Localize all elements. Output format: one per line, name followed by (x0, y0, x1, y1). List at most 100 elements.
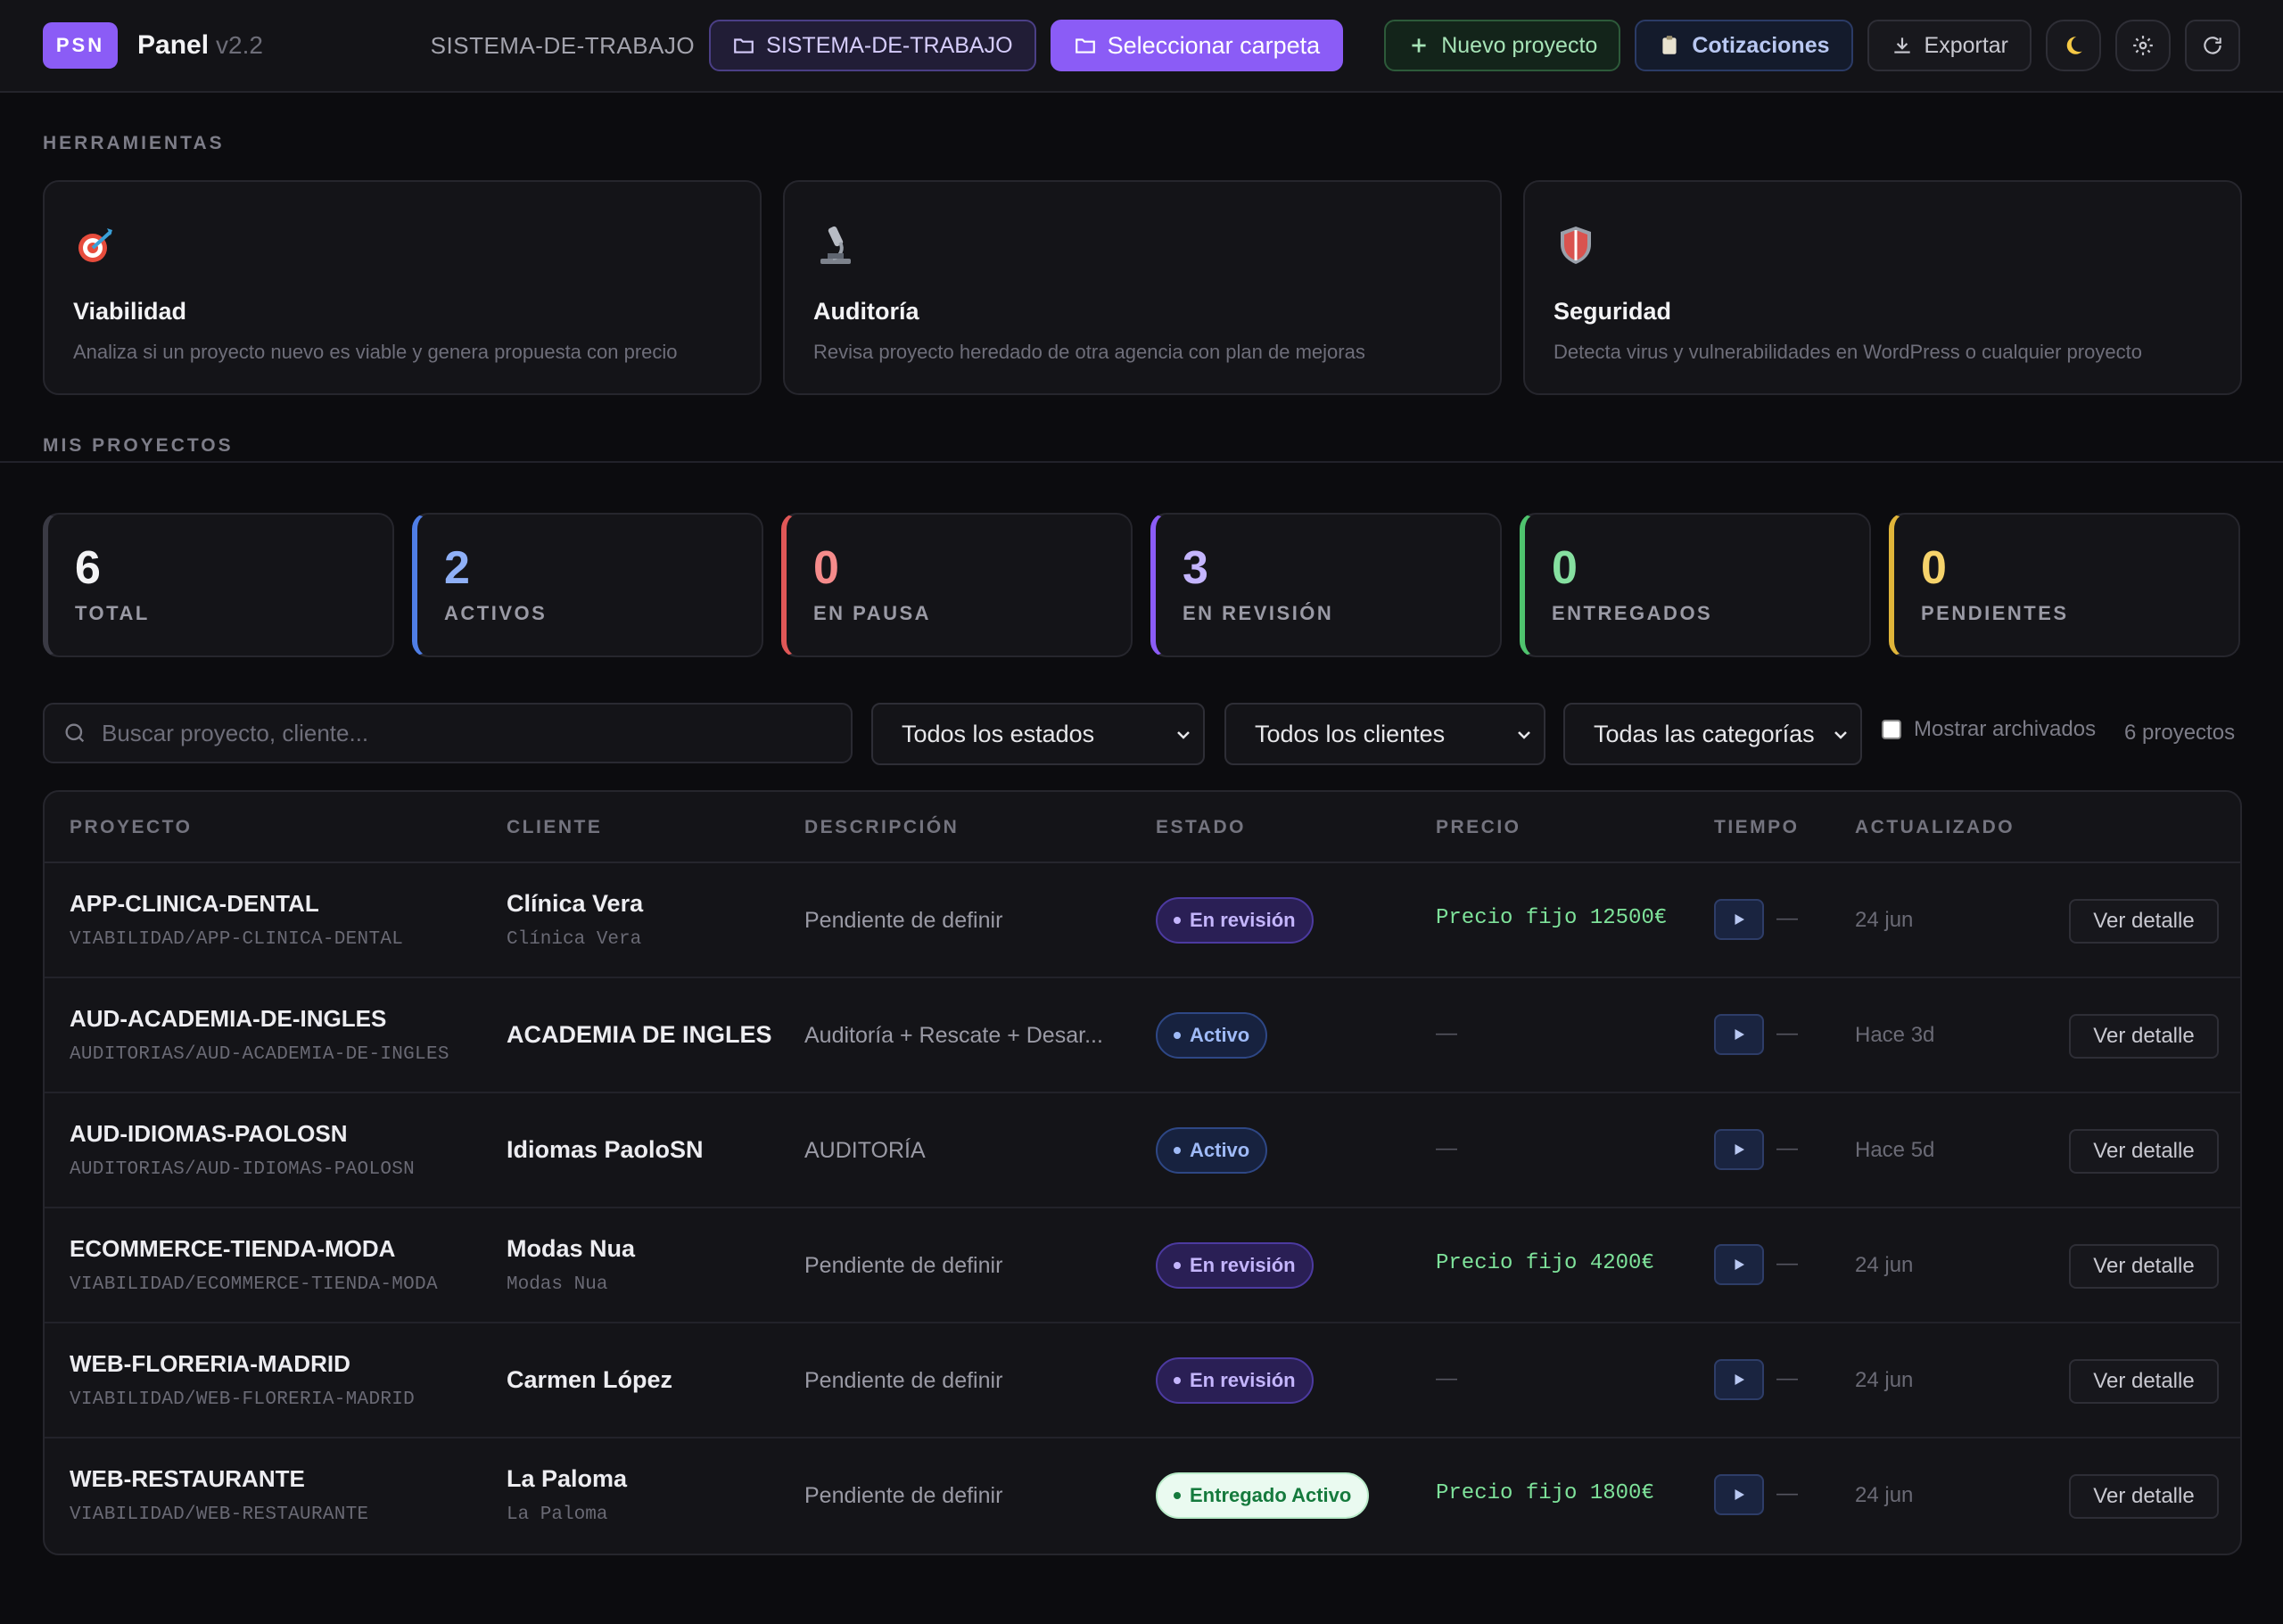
play-icon (1735, 914, 1744, 925)
view-detail-button[interactable]: Ver detalle (2069, 899, 2219, 944)
client-filter-select[interactable]: Todos los clientes (1224, 703, 1545, 765)
tools-section-title: HERRAMIENTAS (43, 133, 225, 153)
project-price: — (1436, 1136, 1457, 1160)
select-folder-label: Seleccionar carpeta (1107, 31, 1321, 59)
table-row[interactable]: AUD-IDIOMAS-PAOLOSN AUDITORIAS/AUD-IDIOM… (45, 1093, 2240, 1208)
project-path: VIABILIDAD/WEB-FLORERIA-MADRID (70, 1389, 416, 1410)
chevron-down-icon (1518, 731, 1530, 739)
status-label: En revisión (1190, 909, 1296, 931)
stat-label: EN PAUSA (813, 602, 932, 624)
status-badge: Activo (1156, 1012, 1268, 1059)
stat-value: 6 (75, 542, 101, 594)
project-price: — (1436, 1021, 1457, 1045)
refresh-icon (2204, 37, 2221, 54)
project-name: AUD-IDIOMAS-PAOLOSN (70, 1120, 348, 1147)
stat-card[interactable]: 2 ACTIVOS (412, 513, 763, 657)
project-price: Precio fijo 1800€ (1436, 1481, 1654, 1505)
time-value: — (1776, 906, 1798, 930)
status-dot (1174, 1492, 1181, 1499)
view-detail-button[interactable]: Ver detalle (2069, 1014, 2219, 1059)
settings-button[interactable] (2115, 20, 2171, 71)
project-path: VIABILIDAD/WEB-RESTAURANTE (70, 1504, 369, 1525)
quotes-label: Cotizaciones (1692, 32, 1830, 58)
workspace-button[interactable]: SISTEMA-DE-TRABAJO (709, 20, 1036, 71)
status-label: Entregado Activo (1190, 1484, 1352, 1506)
table-row[interactable]: ECOMMERCE-TIENDA-MODA VIABILIDAD/ECOMMER… (45, 1208, 2240, 1323)
export-button[interactable]: Exportar (1867, 20, 2032, 71)
start-timer-button[interactable] (1714, 1359, 1764, 1400)
section-divider (0, 461, 2283, 463)
search-input[interactable] (102, 719, 833, 747)
table-row[interactable]: APP-CLINICA-DENTAL VIABILIDAD/APP-CLINIC… (45, 863, 2240, 978)
stat-value: 2 (444, 542, 470, 594)
play-icon (1735, 1374, 1744, 1385)
status-dot (1174, 917, 1181, 924)
quotes-button[interactable]: Cotizaciones (1635, 20, 1853, 71)
tool-card-seguridad[interactable]: Seguridad Detecta virus y vulnerabilidad… (1523, 180, 2242, 395)
time-value: — (1776, 1021, 1798, 1045)
stat-label: ENTREGADOS (1552, 602, 1713, 624)
table-row[interactable]: WEB-FLORERIA-MADRID VIABILIDAD/WEB-FLORE… (45, 1323, 2240, 1439)
stat-card[interactable]: 0 EN PAUSA (781, 513, 1133, 657)
view-detail-button[interactable]: Ver detalle (2069, 1474, 2219, 1519)
time-value: — (1776, 1251, 1798, 1275)
time-value: — (1776, 1481, 1798, 1505)
table-row[interactable]: WEB-RESTAURANTE VIABILIDAD/WEB-RESTAURAN… (45, 1439, 2240, 1554)
category-filter-select[interactable]: Todas las categorías (1563, 703, 1862, 765)
status-filter-select[interactable]: Todos los estados (871, 703, 1205, 765)
updated-date: Hace 3d (1855, 1023, 1935, 1047)
refresh-button[interactable] (2185, 20, 2240, 71)
folder-icon (734, 38, 754, 54)
target-icon (73, 223, 118, 268)
archived-checkbox[interactable] (1882, 720, 1901, 739)
time-value: — (1776, 1366, 1798, 1390)
status-label: En revisión (1190, 1369, 1296, 1391)
start-timer-button[interactable] (1714, 1474, 1764, 1515)
stat-label: PENDIENTES (1921, 602, 2069, 624)
stat-value: 0 (1552, 542, 1578, 594)
tool-description: Revisa proyecto heredado de otra agencia… (813, 341, 1365, 363)
client-name: La Paloma (507, 1465, 628, 1492)
stat-card[interactable]: 0 ENTREGADOS (1520, 513, 1871, 657)
column-header-description: DESCRIPCIÓN (804, 817, 960, 837)
search-icon (65, 723, 85, 743)
tool-card-viabilidad[interactable]: Viabilidad Analiza si un proyecto nuevo … (43, 180, 762, 395)
start-timer-button[interactable] (1714, 1014, 1764, 1055)
table-header: PROYECTO CLIENTE DESCRIPCIÓN ESTADO PREC… (45, 792, 2240, 863)
archived-label: Mostrar archivados (1914, 717, 2097, 741)
updated-date: 24 jun (1855, 908, 1914, 932)
view-detail-button[interactable]: Ver detalle (2069, 1129, 2219, 1174)
download-icon (1893, 37, 1910, 54)
start-timer-button[interactable] (1714, 1244, 1764, 1285)
start-timer-button[interactable] (1714, 899, 1764, 940)
view-detail-button[interactable]: Ver detalle (2069, 1359, 2219, 1404)
status-dot (1174, 1262, 1181, 1269)
view-detail-button[interactable]: Ver detalle (2069, 1244, 2219, 1289)
select-folder-button[interactable]: Seleccionar carpeta (1050, 20, 1344, 71)
stat-card[interactable]: 0 PENDIENTES (1889, 513, 2240, 657)
project-price: — (1436, 1366, 1457, 1390)
table-row[interactable]: AUD-ACADEMIA-DE-INGLES AUDITORIAS/AUD-AC… (45, 978, 2240, 1093)
status-label: En revisión (1190, 1254, 1296, 1276)
theme-toggle-button[interactable] (2046, 20, 2101, 71)
search-box[interactable] (43, 703, 853, 763)
stat-card[interactable]: 3 EN REVISIÓN (1150, 513, 1502, 657)
moon-icon (2066, 37, 2082, 54)
tool-description: Detecta virus y vulnerabilidades en Word… (1554, 341, 2142, 363)
status-label: Activo (1190, 1139, 1250, 1161)
project-path: VIABILIDAD/APP-CLINICA-DENTAL (70, 929, 404, 950)
status-badge: Entregado Activo (1156, 1472, 1370, 1519)
new-project-button[interactable]: Nuevo proyecto (1384, 20, 1621, 71)
workspace-button-label: SISTEMA-DE-TRABAJO (766, 32, 1013, 58)
status-dot (1174, 1377, 1181, 1384)
stat-card[interactable]: 6 TOTAL (43, 513, 394, 657)
client-name: Modas Nua (507, 1235, 636, 1262)
tool-card-auditoria[interactable]: Auditoría Revisa proyecto heredado de ot… (783, 180, 1502, 395)
status-badge: En revisión (1156, 1357, 1314, 1404)
show-archived-toggle[interactable]: Mostrar archivados (1882, 717, 2096, 742)
start-timer-button[interactable] (1714, 1129, 1764, 1170)
client-subtitle: Modas Nua (507, 1274, 608, 1295)
play-icon (1735, 1144, 1744, 1155)
stat-label: TOTAL (75, 602, 150, 624)
client-subtitle: Clínica Vera (507, 929, 642, 950)
